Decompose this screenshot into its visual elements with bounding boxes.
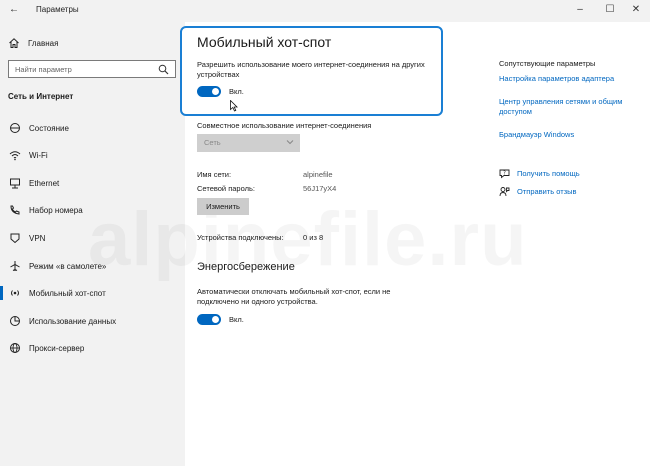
sidebar-item-label: VPN <box>29 233 46 243</box>
send-feedback-link[interactable]: Отправить отзыв <box>499 185 577 197</box>
sidebar-item-ethernet[interactable]: Ethernet <box>0 170 185 196</box>
share-from-select[interactable]: Сеть <box>197 134 300 152</box>
hotspot-icon <box>11 290 19 296</box>
section-title: Сеть и Интернет <box>8 92 74 101</box>
page-title: Мобильный хот-спот <box>197 34 332 50</box>
get-help-label: Получить помощь <box>517 168 580 178</box>
power-saving-title: Энергосбережение <box>197 261 295 273</box>
sidebar-item-status[interactable]: Состояние <box>0 115 185 141</box>
home-icon <box>9 38 19 48</box>
power-saving-description: Автоматически отключать мобильный хот-сп… <box>197 287 391 306</box>
sidebar-item-airplane[interactable]: Режим «в самолете» <box>0 253 185 279</box>
firewall-link[interactable]: Брандмауэр Windows <box>499 130 639 140</box>
network-name-value: alpinefile <box>303 170 333 179</box>
share-from-label: Совместное использование интернет-соедин… <box>197 121 372 130</box>
title-bar: ← Параметры – ☐ ✕ <box>0 0 650 22</box>
devices-value: 0 из 8 <box>303 233 324 242</box>
ethernet-icon <box>10 178 20 189</box>
related-settings-title: Сопутствующие параметры <box>499 59 596 68</box>
search-placeholder: Найти параметр <box>15 65 72 74</box>
sidebar-item-dialup[interactable]: Набор номера <box>0 197 185 223</box>
sidebar-item-label: Набор номера <box>29 205 83 215</box>
get-help-link[interactable]: ? Получить помощь <box>499 167 580 179</box>
toggle-knob <box>212 88 219 95</box>
search-icon[interactable] <box>158 64 169 75</box>
home-link[interactable]: Главная <box>8 36 58 50</box>
svg-text:?: ? <box>503 170 506 176</box>
sidebar-item-label: Wi-Fi <box>29 150 48 160</box>
power-saving-toggle[interactable] <box>197 314 221 325</box>
mouse-cursor-icon <box>230 100 238 112</box>
share-description: Разрешить использование моего интернет-с… <box>197 60 425 79</box>
sidebar-item-label: Ethernet <box>29 178 60 188</box>
minimize-icon[interactable]: – <box>566 2 594 18</box>
home-label: Главная <box>28 38 59 48</box>
network-center-link[interactable]: Центр управления сетями и общим доступом <box>499 97 639 117</box>
sidebar-item-vpn[interactable]: VPN <box>0 225 185 251</box>
share-toggle-label: Вкл. <box>229 87 244 96</box>
password-value: 56J17yX4 <box>303 184 337 193</box>
wifi-icon <box>9 151 21 161</box>
chevron-down-icon <box>286 140 294 145</box>
help-icon: ? <box>499 169 510 178</box>
password-label: Сетевой пароль: <box>197 184 255 193</box>
sidebar-item-data-usage[interactable]: Использование данных <box>0 308 185 334</box>
network-name-label: Имя сети: <box>197 170 232 179</box>
feedback-icon <box>499 186 510 196</box>
status-icon <box>10 123 20 133</box>
sidebar-item-label: Мобильный хот-спот <box>29 288 106 298</box>
back-arrow-icon[interactable]: ← <box>6 3 22 17</box>
data-usage-icon <box>10 316 20 326</box>
share-from-value: Сеть <box>204 138 221 147</box>
sidebar-item-label: Прокси-сервер <box>29 343 85 353</box>
maximize-icon[interactable]: ☐ <box>596 2 624 18</box>
toggle-knob <box>212 316 219 323</box>
sidebar-item-label: Режим «в самолете» <box>29 261 107 271</box>
close-icon[interactable]: ✕ <box>622 2 650 18</box>
sidebar-item-wifi[interactable]: Wi-Fi <box>0 142 185 168</box>
sidebar-item-label: Состояние <box>29 123 69 133</box>
airplane-icon <box>10 261 20 271</box>
sidebar-item-label: Использование данных <box>29 316 117 326</box>
search-input[interactable]: Найти параметр <box>8 60 176 78</box>
sidebar-item-hotspot[interactable]: Мобильный хот-спот <box>0 280 185 306</box>
dialup-icon <box>10 205 20 215</box>
window-title: Параметры <box>36 5 79 14</box>
power-toggle-label: Вкл. <box>229 315 244 324</box>
share-toggle[interactable] <box>197 86 221 97</box>
proxy-icon <box>10 343 20 353</box>
vpn-icon <box>10 233 20 244</box>
send-feedback-label: Отправить отзыв <box>517 186 577 196</box>
sidebar-item-proxy[interactable]: Прокси-сервер <box>0 335 185 361</box>
edit-button[interactable]: Изменить <box>197 198 249 215</box>
adapter-settings-link[interactable]: Настройка параметров адаптера <box>499 74 639 84</box>
sidebar: Главная Найти параметр Сеть и Интернет С… <box>0 22 185 466</box>
devices-label: Устройства подключены: <box>197 233 284 242</box>
